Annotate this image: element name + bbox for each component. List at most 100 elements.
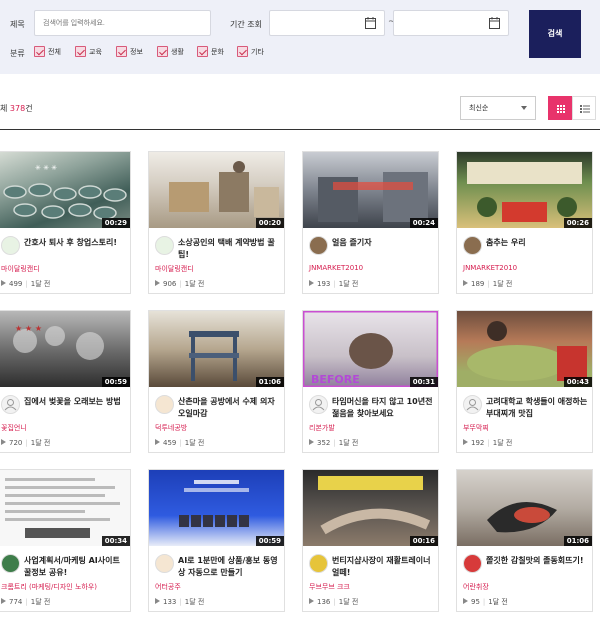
video-card[interactable]: ★ ★ ★ 00:59 집에서 벚꽃을 오래보는 방법 꽃집언니 720 | 1달 … <box>0 310 131 453</box>
sort-select[interactable]: 최신순 <box>460 96 536 120</box>
video-card[interactable]: 01:06 쫄깃한 감칠맛의 졸동회뜨기! 어란취장 95 | 1달 전 <box>456 469 593 612</box>
channel-avatar <box>463 395 482 414</box>
video-thumbnail[interactable]: 00:59 <box>149 470 284 546</box>
title-search-input[interactable] <box>34 10 211 36</box>
channel-name[interactable]: 부뚜막찌 <box>463 423 489 433</box>
video-title[interactable]: 산촌마을 공방에서 수제 의자 오일마감 <box>178 396 282 420</box>
category-life-checkbox[interactable]: 생활 <box>157 46 184 57</box>
video-title[interactable]: 소상공인의 택배 계약방법 꿀팁! <box>178 237 282 261</box>
video-title[interactable]: 타임머신을 타지 않고 10년전 젊음을 찾아보세요 <box>332 396 436 420</box>
category-info-checkbox[interactable]: 정보 <box>116 46 143 57</box>
video-card[interactable]: BEFORE 00:31 타임머신을 타지 않고 10년전 젊음을 찾아보세요 … <box>302 310 439 453</box>
video-title[interactable]: 얼음 즐기자 <box>332 237 436 249</box>
play-icon <box>463 280 468 286</box>
channel-avatar <box>309 554 328 573</box>
calendar-icon <box>365 17 376 29</box>
video-thumbnail[interactable]: 00:16 <box>303 470 438 546</box>
video-thumbnail[interactable]: BEFORE 00:31 <box>303 311 438 387</box>
list-view-button[interactable] <box>572 96 596 120</box>
video-title[interactable]: 간호사 퇴사 후 창업스토리! <box>24 237 128 249</box>
video-card[interactable]: 00:16 번티지샵사장이 재활트레이너얼떼! 무브무브 크크 136 | 1달 전 <box>302 469 439 612</box>
video-title[interactable]: 번티지샵사장이 재활트레이너얼떼! <box>332 555 436 579</box>
video-thumbnail[interactable]: 00:24 <box>303 152 438 228</box>
channel-name[interactable]: 마이달링캔디 <box>1 264 40 274</box>
video-meta: 189 | 1달 전 <box>463 279 512 289</box>
video-card[interactable]: 00:43 고려대학교 학생들이 애정하는 부대찌개 맛집 부뚜막찌 192 | 1… <box>456 310 593 453</box>
thumbnail-image <box>169 161 279 217</box>
channel-name[interactable]: 덕투네공방 <box>155 423 187 433</box>
start-date-input[interactable] <box>269 10 385 36</box>
video-duration: 00:59 <box>101 377 130 387</box>
video-title[interactable]: 사업계획서/마케팅 AI사이트 꿀정보 공유! <box>24 555 128 579</box>
video-card[interactable]: 00:26 춤추는 우리 JNMARKET2010 189 | 1달 전 <box>456 151 593 294</box>
channel-name[interactable]: 어터공주 <box>155 582 181 592</box>
channel-avatar <box>1 395 20 414</box>
channel-name[interactable]: 무브무브 크크 <box>309 582 350 592</box>
channel-name[interactable]: 마이달링캔디 <box>155 264 194 274</box>
video-duration: 00:16 <box>409 536 438 546</box>
video-thumbnail[interactable]: 01:06 <box>457 470 592 546</box>
video-card[interactable]: ✳ ✳ ✳ 00:29 간호사 퇴사 후 창업스토리! 마이달링캔디 499 | 1… <box>0 151 131 294</box>
video-duration: 01:06 <box>563 536 592 546</box>
video-thumbnail[interactable]: ★ ★ ★ 00:59 <box>0 311 130 387</box>
chevron-down-icon <box>521 106 527 110</box>
end-date-input[interactable] <box>393 10 509 36</box>
video-card[interactable]: 00:20 소상공인의 택배 계약방법 꿀팁! 마이달링캔디 906 | 1달 전 <box>148 151 285 294</box>
video-thumbnail[interactable]: 00:20 <box>149 152 284 228</box>
video-thumbnail[interactable]: 01:06 <box>149 311 284 387</box>
channel-avatar <box>463 554 482 573</box>
channel-avatar <box>155 554 174 573</box>
checkbox-checked-icon <box>75 46 86 57</box>
grid-icon <box>557 105 565 113</box>
channel-avatar <box>155 236 174 255</box>
video-card[interactable]: 00:59 AI로 1분만에 상품/홍보 동영상 자동으로 만들기 어터공주 1… <box>148 469 285 612</box>
video-thumbnail[interactable]: 00:43 <box>457 311 592 387</box>
video-title[interactable]: 집에서 벚꽃을 오래보는 방법 <box>24 396 128 408</box>
channel-name[interactable]: 어란취장 <box>463 582 489 592</box>
channel-avatar <box>463 236 482 255</box>
video-thumbnail[interactable]: 00:26 <box>457 152 592 228</box>
video-thumbnail[interactable]: ✳ ✳ ✳ 00:29 <box>0 152 130 228</box>
thumbnail-image <box>467 321 587 381</box>
category-label: 분류 <box>10 49 25 58</box>
video-title[interactable]: 쫄깃한 감칠맛의 졸동회뜨기! <box>486 555 590 567</box>
video-card[interactable]: 00:34 사업계획서/마케팅 AI사이트 꿀정보 공유! 크롬트리 (마케팅/… <box>0 469 131 612</box>
play-icon <box>1 598 6 604</box>
video-duration: 00:26 <box>563 218 592 228</box>
category-etc-checkbox[interactable]: 기타 <box>237 46 264 57</box>
category-all-checkbox[interactable]: 전체 <box>34 46 61 57</box>
play-icon <box>155 439 160 445</box>
video-card[interactable]: 00:24 얼음 즐기자 JNMARKET2010 193 | 1달 전 <box>302 151 439 294</box>
video-meta: 774 | 1달 전 <box>1 597 50 607</box>
video-duration: 00:43 <box>563 377 592 387</box>
grid-view-button[interactable] <box>548 96 572 120</box>
title-label: 제목 <box>10 20 25 29</box>
play-icon <box>1 439 6 445</box>
svg-text:✳ ✳ ✳: ✳ ✳ ✳ <box>35 164 57 172</box>
video-thumbnail[interactable]: 00:34 <box>0 470 130 546</box>
video-meta: 192 | 1달 전 <box>463 438 512 448</box>
search-button[interactable]: 검색 <box>529 10 581 58</box>
video-title[interactable]: 고려대학교 학생들이 애정하는 부대찌개 맛집 <box>486 396 590 420</box>
category-education-checkbox[interactable]: 교육 <box>75 46 102 57</box>
channel-name[interactable]: JNMARKET2010 <box>463 264 517 272</box>
channel-name[interactable]: 꽃집언니 <box>1 423 27 433</box>
video-meta: 193 | 1달 전 <box>309 279 358 289</box>
user-icon <box>4 399 17 411</box>
channel-name[interactable]: 리본가발 <box>309 423 335 433</box>
checkbox-checked-icon <box>237 46 248 57</box>
period-label: 기간 조회 <box>230 20 262 29</box>
video-meta: 720 | 1달 전 <box>1 438 50 448</box>
channel-name[interactable]: 크롬트리 (마케팅/디자인 노하우) <box>1 582 97 592</box>
channel-avatar <box>309 236 328 255</box>
thumbnail-image <box>189 331 239 381</box>
video-title[interactable]: AI로 1분만에 상품/홍보 동영상 자동으로 만들기 <box>178 555 282 579</box>
video-title[interactable]: 춤추는 우리 <box>486 237 590 249</box>
channel-name[interactable]: JNMARKET2010 <box>309 264 363 272</box>
user-icon <box>466 399 479 411</box>
video-card[interactable]: 01:06 산촌마을 공방에서 수제 의자 오일마감 덕투네공방 459 | 1달 … <box>148 310 285 453</box>
user-icon <box>312 399 325 411</box>
category-culture-checkbox[interactable]: 문화 <box>197 46 224 57</box>
play-icon <box>1 280 6 286</box>
video-duration: 00:20 <box>255 218 284 228</box>
